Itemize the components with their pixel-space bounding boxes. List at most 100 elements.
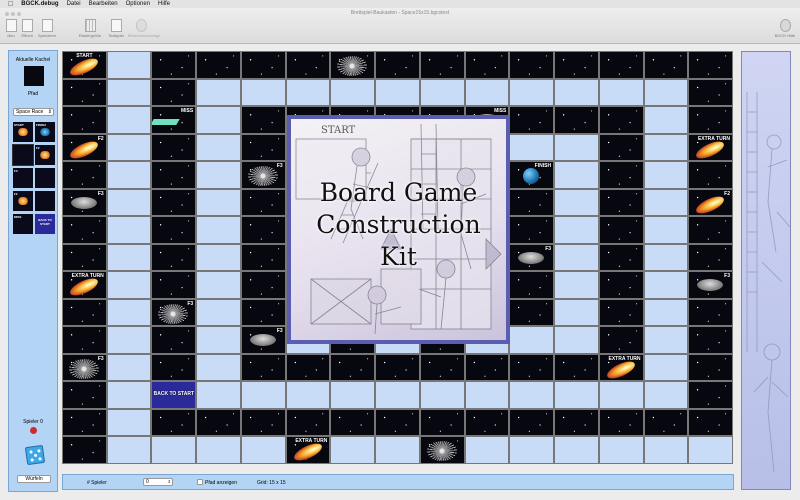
tile-start[interactable]: START <box>62 51 107 79</box>
board-cell-space[interactable] <box>240 133 286 162</box>
board-cell-path[interactable] <box>106 188 152 217</box>
board-cell-path[interactable] <box>330 78 376 107</box>
board-cell-path[interactable] <box>509 381 555 409</box>
board-cell-space[interactable] <box>688 408 733 437</box>
board-cell-path[interactable] <box>643 188 689 217</box>
board-cell-path[interactable] <box>464 381 510 409</box>
board-cell-path[interactable] <box>554 243 599 272</box>
board-cell-path[interactable] <box>643 133 689 162</box>
board-cell-path[interactable] <box>509 326 555 354</box>
board-cell-space[interactable] <box>330 408 376 437</box>
board-cell-path[interactable] <box>151 436 197 464</box>
board-cell-space[interactable] <box>62 106 107 134</box>
board-cell-path[interactable] <box>643 216 689 244</box>
palette-tile-f2[interactable]: F2 <box>35 145 55 165</box>
board-cell-space[interactable] <box>240 243 286 272</box>
tile-f3[interactable]: F3 <box>509 243 555 272</box>
board-cell-space[interactable] <box>285 51 331 79</box>
board-cell-path[interactable] <box>554 271 599 299</box>
board-cell-space[interactable] <box>598 216 644 244</box>
palette-tile-miss[interactable]: MISS <box>13 214 33 234</box>
menu-options[interactable]: Optionen <box>126 1 150 7</box>
board-cell-space[interactable] <box>554 353 599 382</box>
board-cell-space[interactable] <box>554 106 599 134</box>
board-cell-path[interactable] <box>196 271 241 299</box>
board-cell-path[interactable] <box>240 381 286 409</box>
board-cell-space[interactable] <box>554 51 599 79</box>
board-cell-space[interactable] <box>419 51 465 79</box>
board-cell-space[interactable] <box>419 353 465 382</box>
palette-tile-robot[interactable] <box>35 191 55 211</box>
board-cell-space[interactable] <box>62 216 107 244</box>
tile-miss[interactable]: MISS <box>151 106 197 134</box>
board-cell-space[interactable] <box>62 408 107 437</box>
board-cell-space[interactable] <box>598 51 644 79</box>
board-cell-path[interactable] <box>196 216 241 244</box>
board-cell-path[interactable] <box>330 381 376 409</box>
board-cell-space[interactable] <box>688 106 733 134</box>
board-cell-path[interactable] <box>240 78 286 107</box>
board-cell-space[interactable] <box>240 106 286 134</box>
test-play-button[interactable]: Testspiel <box>103 19 129 38</box>
apple-menu-icon[interactable]:  <box>8 1 13 8</box>
board-cell-space[interactable] <box>643 51 689 79</box>
board-cell-space[interactable] <box>509 51 555 79</box>
board-cell-space[interactable] <box>151 188 197 217</box>
board-cell-space[interactable] <box>464 408 510 437</box>
board-cell-path[interactable] <box>554 216 599 244</box>
palette-tile-back-to-start[interactable]: BACK TO START <box>35 214 55 234</box>
board-cell-path[interactable] <box>106 436 152 464</box>
board-cell-path[interactable] <box>464 436 510 464</box>
board-cell-path[interactable] <box>196 326 241 354</box>
board-cell-space[interactable] <box>688 298 733 327</box>
board-cell-path[interactable] <box>106 353 152 382</box>
board-cell-space[interactable] <box>688 78 733 107</box>
board-cell-space[interactable] <box>62 326 107 354</box>
board-cell-space[interactable] <box>598 106 644 134</box>
menu-edit[interactable]: Bearbeiten <box>89 1 118 7</box>
tile-f2[interactable]: F2 <box>62 133 107 162</box>
board-cell-space[interactable] <box>240 216 286 244</box>
board-cell-path[interactable] <box>598 78 644 107</box>
board-cell-path[interactable] <box>106 51 152 79</box>
board-cell-space[interactable] <box>598 133 644 162</box>
board-cell-space[interactable] <box>285 353 331 382</box>
board-cell-space[interactable] <box>240 188 286 217</box>
tile-robot[interactable] <box>419 436 465 464</box>
palette-tile-f3[interactable]: F3 <box>13 168 33 188</box>
board-cell-path[interactable] <box>554 78 599 107</box>
board-cell-path[interactable] <box>106 381 152 409</box>
board-cell-path[interactable] <box>643 353 689 382</box>
board-cell-path[interactable] <box>285 78 331 107</box>
board-cell-space[interactable] <box>509 353 555 382</box>
board-cell-space[interactable] <box>240 271 286 299</box>
board-cell-path[interactable] <box>375 381 420 409</box>
board-cell-space[interactable] <box>285 408 331 437</box>
board-cell-space[interactable] <box>151 326 197 354</box>
tile-extra-turn[interactable]: EXTRA TURN <box>285 436 331 464</box>
tile-f3[interactable]: F3 <box>151 298 197 327</box>
tile-f3[interactable]: F3 <box>240 326 286 354</box>
board-cell-path[interactable] <box>196 243 241 272</box>
palette-tile-start[interactable]: START <box>13 122 33 142</box>
board-cell-space[interactable] <box>598 408 644 437</box>
board-cell-space[interactable] <box>151 161 197 189</box>
board-cell-space[interactable] <box>62 298 107 327</box>
board-cell-space[interactable] <box>464 51 510 79</box>
board-cell-path[interactable] <box>643 298 689 327</box>
tile-robot[interactable] <box>330 51 376 79</box>
board-cell-space[interactable] <box>240 408 286 437</box>
board-cell-space[interactable] <box>643 408 689 437</box>
board-cell-path[interactable] <box>106 106 152 134</box>
board-cell-path[interactable] <box>196 381 241 409</box>
board-cell-space[interactable] <box>62 243 107 272</box>
board-cell-path[interactable] <box>509 78 555 107</box>
board-cell-path[interactable] <box>106 298 152 327</box>
board-cell-space[interactable] <box>240 51 286 79</box>
menu-file[interactable]: Datei <box>67 1 81 7</box>
board-cell-space[interactable] <box>62 161 107 189</box>
board-cell-path[interactable] <box>554 298 599 327</box>
board-cell-path[interactable] <box>106 408 152 437</box>
board-cell-path[interactable] <box>196 353 241 382</box>
board-cell-path[interactable] <box>106 216 152 244</box>
